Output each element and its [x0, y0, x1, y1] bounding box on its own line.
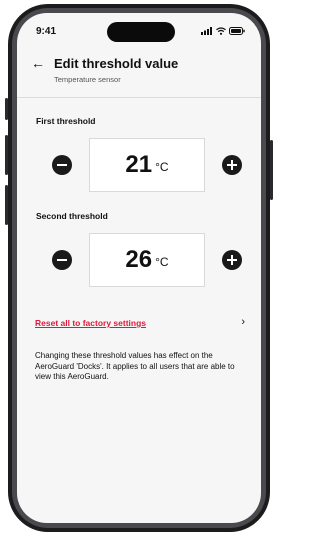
- plus-circle-icon-vertical: [230, 255, 234, 265]
- first-threshold-stepper: 21 °C: [17, 138, 261, 192]
- battery-icon: [229, 27, 245, 35]
- second-threshold-value-box: 26 °C: [89, 233, 205, 287]
- chevron-right-icon: ›: [241, 316, 245, 328]
- second-threshold-stepper: 26 °C: [17, 233, 261, 287]
- dynamic-island: [107, 22, 175, 42]
- side-button-left-upper: [5, 98, 8, 120]
- second-threshold-label: Second threshold: [36, 211, 108, 221]
- side-button-left-middle: [5, 135, 8, 175]
- status-bar: 9:41: [17, 13, 261, 49]
- second-threshold-increment-button[interactable]: [222, 250, 242, 270]
- header-divider: [17, 97, 261, 98]
- first-threshold-label: First threshold: [36, 116, 96, 126]
- second-threshold-unit: °C: [155, 255, 169, 269]
- phone-screen: 9:41 ← Edit threshold value Temperature …: [17, 13, 261, 523]
- plus-circle-icon-vertical: [230, 160, 234, 170]
- first-threshold-value-box: 21 °C: [89, 138, 205, 192]
- page-title: Edit threshold value: [54, 56, 179, 71]
- side-button-right: [270, 140, 273, 200]
- minus-circle-icon: [57, 164, 67, 167]
- first-threshold-increment-button[interactable]: [222, 155, 242, 175]
- info-text: Changing these threshold values has effe…: [35, 351, 235, 381]
- signal-icon: [201, 27, 212, 35]
- reset-factory-settings-row[interactable]: Reset all to factory settings ›: [17, 316, 261, 334]
- first-threshold-decrement-button[interactable]: [52, 155, 72, 175]
- page-header: ← Edit threshold value Temperature senso…: [17, 53, 261, 95]
- status-icons: [201, 27, 245, 35]
- reset-factory-settings-link[interactable]: Reset all to factory settings: [35, 318, 146, 328]
- first-threshold-value: 21: [125, 151, 153, 178]
- second-threshold-decrement-button[interactable]: [52, 250, 72, 270]
- arrow-left-icon[interactable]: ←: [31, 55, 45, 71]
- second-threshold-value: 26: [125, 246, 153, 273]
- wifi-icon: [216, 27, 226, 35]
- status-time: 9:41: [36, 26, 57, 37]
- first-threshold-unit: °C: [155, 160, 169, 174]
- minus-circle-icon: [57, 259, 67, 262]
- page-subtitle: Temperature sensor: [54, 75, 121, 84]
- side-button-left-lower: [5, 185, 8, 225]
